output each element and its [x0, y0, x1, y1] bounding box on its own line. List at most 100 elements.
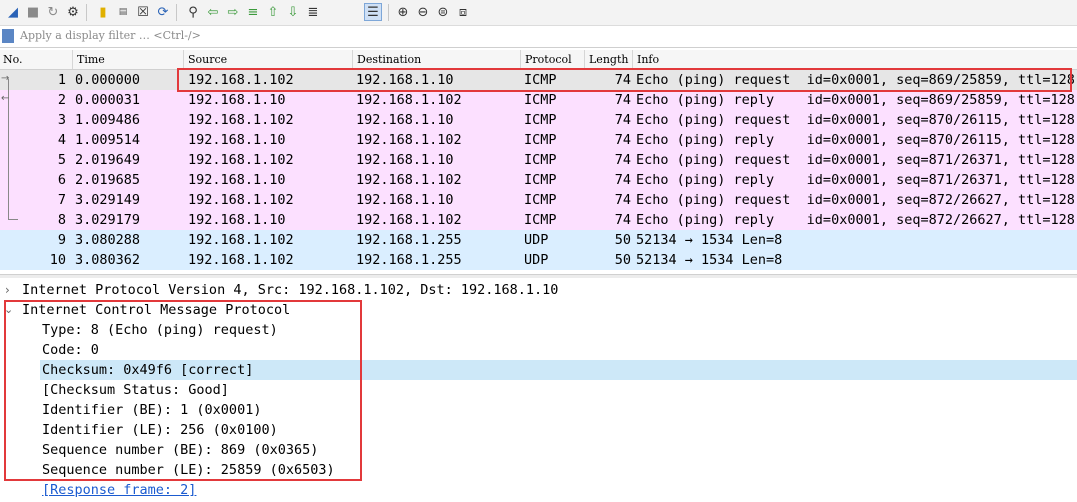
cell-time: 1.009514: [75, 132, 141, 148]
column-protocol[interactable]: Protocol: [525, 53, 572, 66]
collapsed-chevron-icon[interactable]: ›: [5, 283, 10, 297]
cell-time: 3.029149: [75, 192, 141, 208]
cell-destination: 192.168.1.102: [356, 92, 462, 108]
cell-length: 50: [614, 232, 631, 248]
restart-capture-icon[interactable]: ↻: [44, 3, 62, 21]
row-annotation-box: [177, 68, 1072, 92]
cell-time: 2.019685: [75, 172, 141, 188]
cell-length: 74: [614, 152, 631, 168]
cell-length: 74: [614, 212, 631, 228]
cell-length: 74: [614, 192, 631, 208]
cell-protocol: UDP: [524, 252, 549, 268]
column-info[interactable]: Info: [637, 53, 659, 66]
ip-tree-item[interactable]: Internet Protocol Version 4, Src: 192.16…: [22, 280, 558, 300]
reply-arrow-icon: ←: [1, 93, 10, 104]
cell-source: 192.168.1.102: [188, 252, 294, 268]
zoom-out-icon[interactable]: ⊖: [414, 3, 432, 21]
cell-protocol: ICMP: [524, 172, 557, 188]
cell-protocol: ICMP: [524, 92, 557, 108]
go-forward-icon[interactable]: ⇨: [224, 3, 242, 21]
display-filter-input[interactable]: Apply a display filter … <Ctrl-/>: [20, 29, 201, 42]
packet-row[interactable]: 10 3.080362 192.168.1.102 192.168.1.255 UDP 5…: [0, 250, 1077, 270]
cell-destination: 192.168.1.102: [356, 172, 462, 188]
go-back-icon[interactable]: ⇦: [204, 3, 222, 21]
cell-destination: 192.168.1.102: [356, 212, 462, 228]
cell-protocol: ICMP: [524, 212, 557, 228]
packet-row[interactable]: 9 3.080288 192.168.1.102 192.168.1.255 UDP 50…: [0, 230, 1077, 250]
go-first-icon[interactable]: ⇧: [264, 3, 282, 21]
cell-time: 3.029179: [75, 212, 141, 228]
cell-no: 10: [49, 252, 66, 268]
packet-list-header: No. Time Source Destination Protocol Len…: [0, 50, 1077, 70]
cell-length: 74: [614, 132, 631, 148]
cell-source: 192.168.1.10: [188, 92, 286, 108]
reload-file-icon[interactable]: ⟳: [154, 3, 172, 21]
zoom-normal-icon[interactable]: ⊜: [434, 3, 452, 21]
shark-fin-start-icon[interactable]: ◢: [4, 3, 22, 21]
packet-row[interactable]: 2 0.000031 192.168.1.10 192.168.1.102 ICMP 74…: [0, 90, 1077, 110]
zoom-in-icon[interactable]: ⊕: [394, 3, 412, 21]
column-time[interactable]: Time: [77, 53, 105, 66]
pane-divider[interactable]: [0, 274, 1077, 278]
resize-columns-icon[interactable]: ⧈: [454, 3, 472, 21]
detail-annotation-box: [4, 300, 362, 481]
packet-row[interactable]: 6 2.019685 192.168.1.10 192.168.1.102 ICMP 74…: [0, 170, 1077, 190]
cell-source: 192.168.1.10: [188, 172, 286, 188]
close-file-icon[interactable]: ☒: [134, 3, 152, 21]
cell-info: Echo (ping) request id=0x0001, seq=871/2…: [636, 152, 1075, 168]
cell-info: 52134 → 1534 Len=8: [636, 232, 783, 248]
cell-protocol: ICMP: [524, 192, 557, 208]
cell-destination: 192.168.1.255: [356, 232, 462, 248]
cell-length: 74: [614, 172, 631, 188]
find-packet-icon[interactable]: ⚲: [184, 3, 202, 21]
cell-destination: 192.168.1.10: [356, 192, 454, 208]
go-last-icon[interactable]: ⇩: [284, 3, 302, 21]
cell-no: 9: [57, 232, 66, 248]
cell-destination: 192.168.1.10: [356, 152, 454, 168]
column-source[interactable]: Source: [188, 53, 227, 66]
bookmark-icon[interactable]: [2, 29, 14, 43]
autoscroll-icon[interactable]: ≣: [304, 3, 322, 21]
cell-length: 74: [614, 112, 631, 128]
cell-source: 192.168.1.102: [188, 232, 294, 248]
save-file-icon[interactable]: ▤: [114, 3, 132, 21]
cell-info: Echo (ping) reply id=0x0001, seq=869/258…: [636, 92, 1075, 108]
cell-time: 2.019649: [75, 152, 141, 168]
cell-protocol: ICMP: [524, 132, 557, 148]
cell-time: 0.000000: [75, 72, 141, 88]
cell-protocol: UDP: [524, 232, 549, 248]
packet-row[interactable]: 3 1.009486 192.168.1.102 192.168.1.10 ICMP 74…: [0, 110, 1077, 130]
response-frame-link[interactable]: [Response frame: 2]: [42, 480, 196, 500]
main-toolbar: ◢ ■ ↻ ⚙ ▮ ▤ ☒ ⟳ ⚲ ⇦ ⇨ ≡ ⇧ ⇩ ≣ ☰ ⊕ ⊖ ⊜ ⧈: [0, 0, 1077, 26]
cell-destination: 192.168.1.10: [356, 112, 454, 128]
capture-options-icon[interactable]: ⚙: [64, 3, 82, 21]
display-filter-bar[interactable]: Apply a display filter … <Ctrl-/>: [0, 26, 1077, 48]
cell-time: 1.009486: [75, 112, 141, 128]
request-arrow-icon: →: [1, 73, 10, 84]
column-destination[interactable]: Destination: [357, 53, 421, 66]
cell-source: 192.168.1.10: [188, 212, 286, 228]
cell-protocol: ICMP: [524, 152, 557, 168]
cell-source: 192.168.1.102: [188, 152, 294, 168]
cell-info: Echo (ping) request id=0x0001, seq=870/2…: [636, 112, 1075, 128]
packet-row[interactable]: 7 3.029149 192.168.1.102 192.168.1.10 ICMP 74…: [0, 190, 1077, 210]
open-file-icon[interactable]: ▮: [94, 3, 112, 21]
cell-info: Echo (ping) reply id=0x0001, seq=871/263…: [636, 172, 1075, 188]
go-to-packet-icon[interactable]: ≡: [244, 3, 262, 21]
column-no[interactable]: No.: [3, 53, 23, 66]
cell-length: 50: [614, 252, 631, 268]
cell-length: 74: [614, 92, 631, 108]
packet-row[interactable]: 8 3.029179 192.168.1.10 192.168.1.102 ICMP 74…: [0, 210, 1077, 230]
colorize-icon[interactable]: ☰: [364, 3, 382, 21]
cell-destination: 192.168.1.255: [356, 252, 462, 268]
cell-time: 3.080362: [75, 252, 141, 268]
column-length[interactable]: Length: [589, 53, 628, 66]
stop-capture-icon[interactable]: ■: [24, 3, 42, 21]
cell-source: 192.168.1.102: [188, 192, 294, 208]
cell-source: 192.168.1.10: [188, 132, 286, 148]
packet-row[interactable]: 4 1.009514 192.168.1.10 192.168.1.102 ICMP 74…: [0, 130, 1077, 150]
packet-row[interactable]: 5 2.019649 192.168.1.102 192.168.1.10 ICMP 74…: [0, 150, 1077, 170]
cell-info: 52134 → 1534 Len=8: [636, 252, 783, 268]
cell-info: Echo (ping) reply id=0x0001, seq=872/266…: [636, 212, 1075, 228]
cell-protocol: ICMP: [524, 112, 557, 128]
